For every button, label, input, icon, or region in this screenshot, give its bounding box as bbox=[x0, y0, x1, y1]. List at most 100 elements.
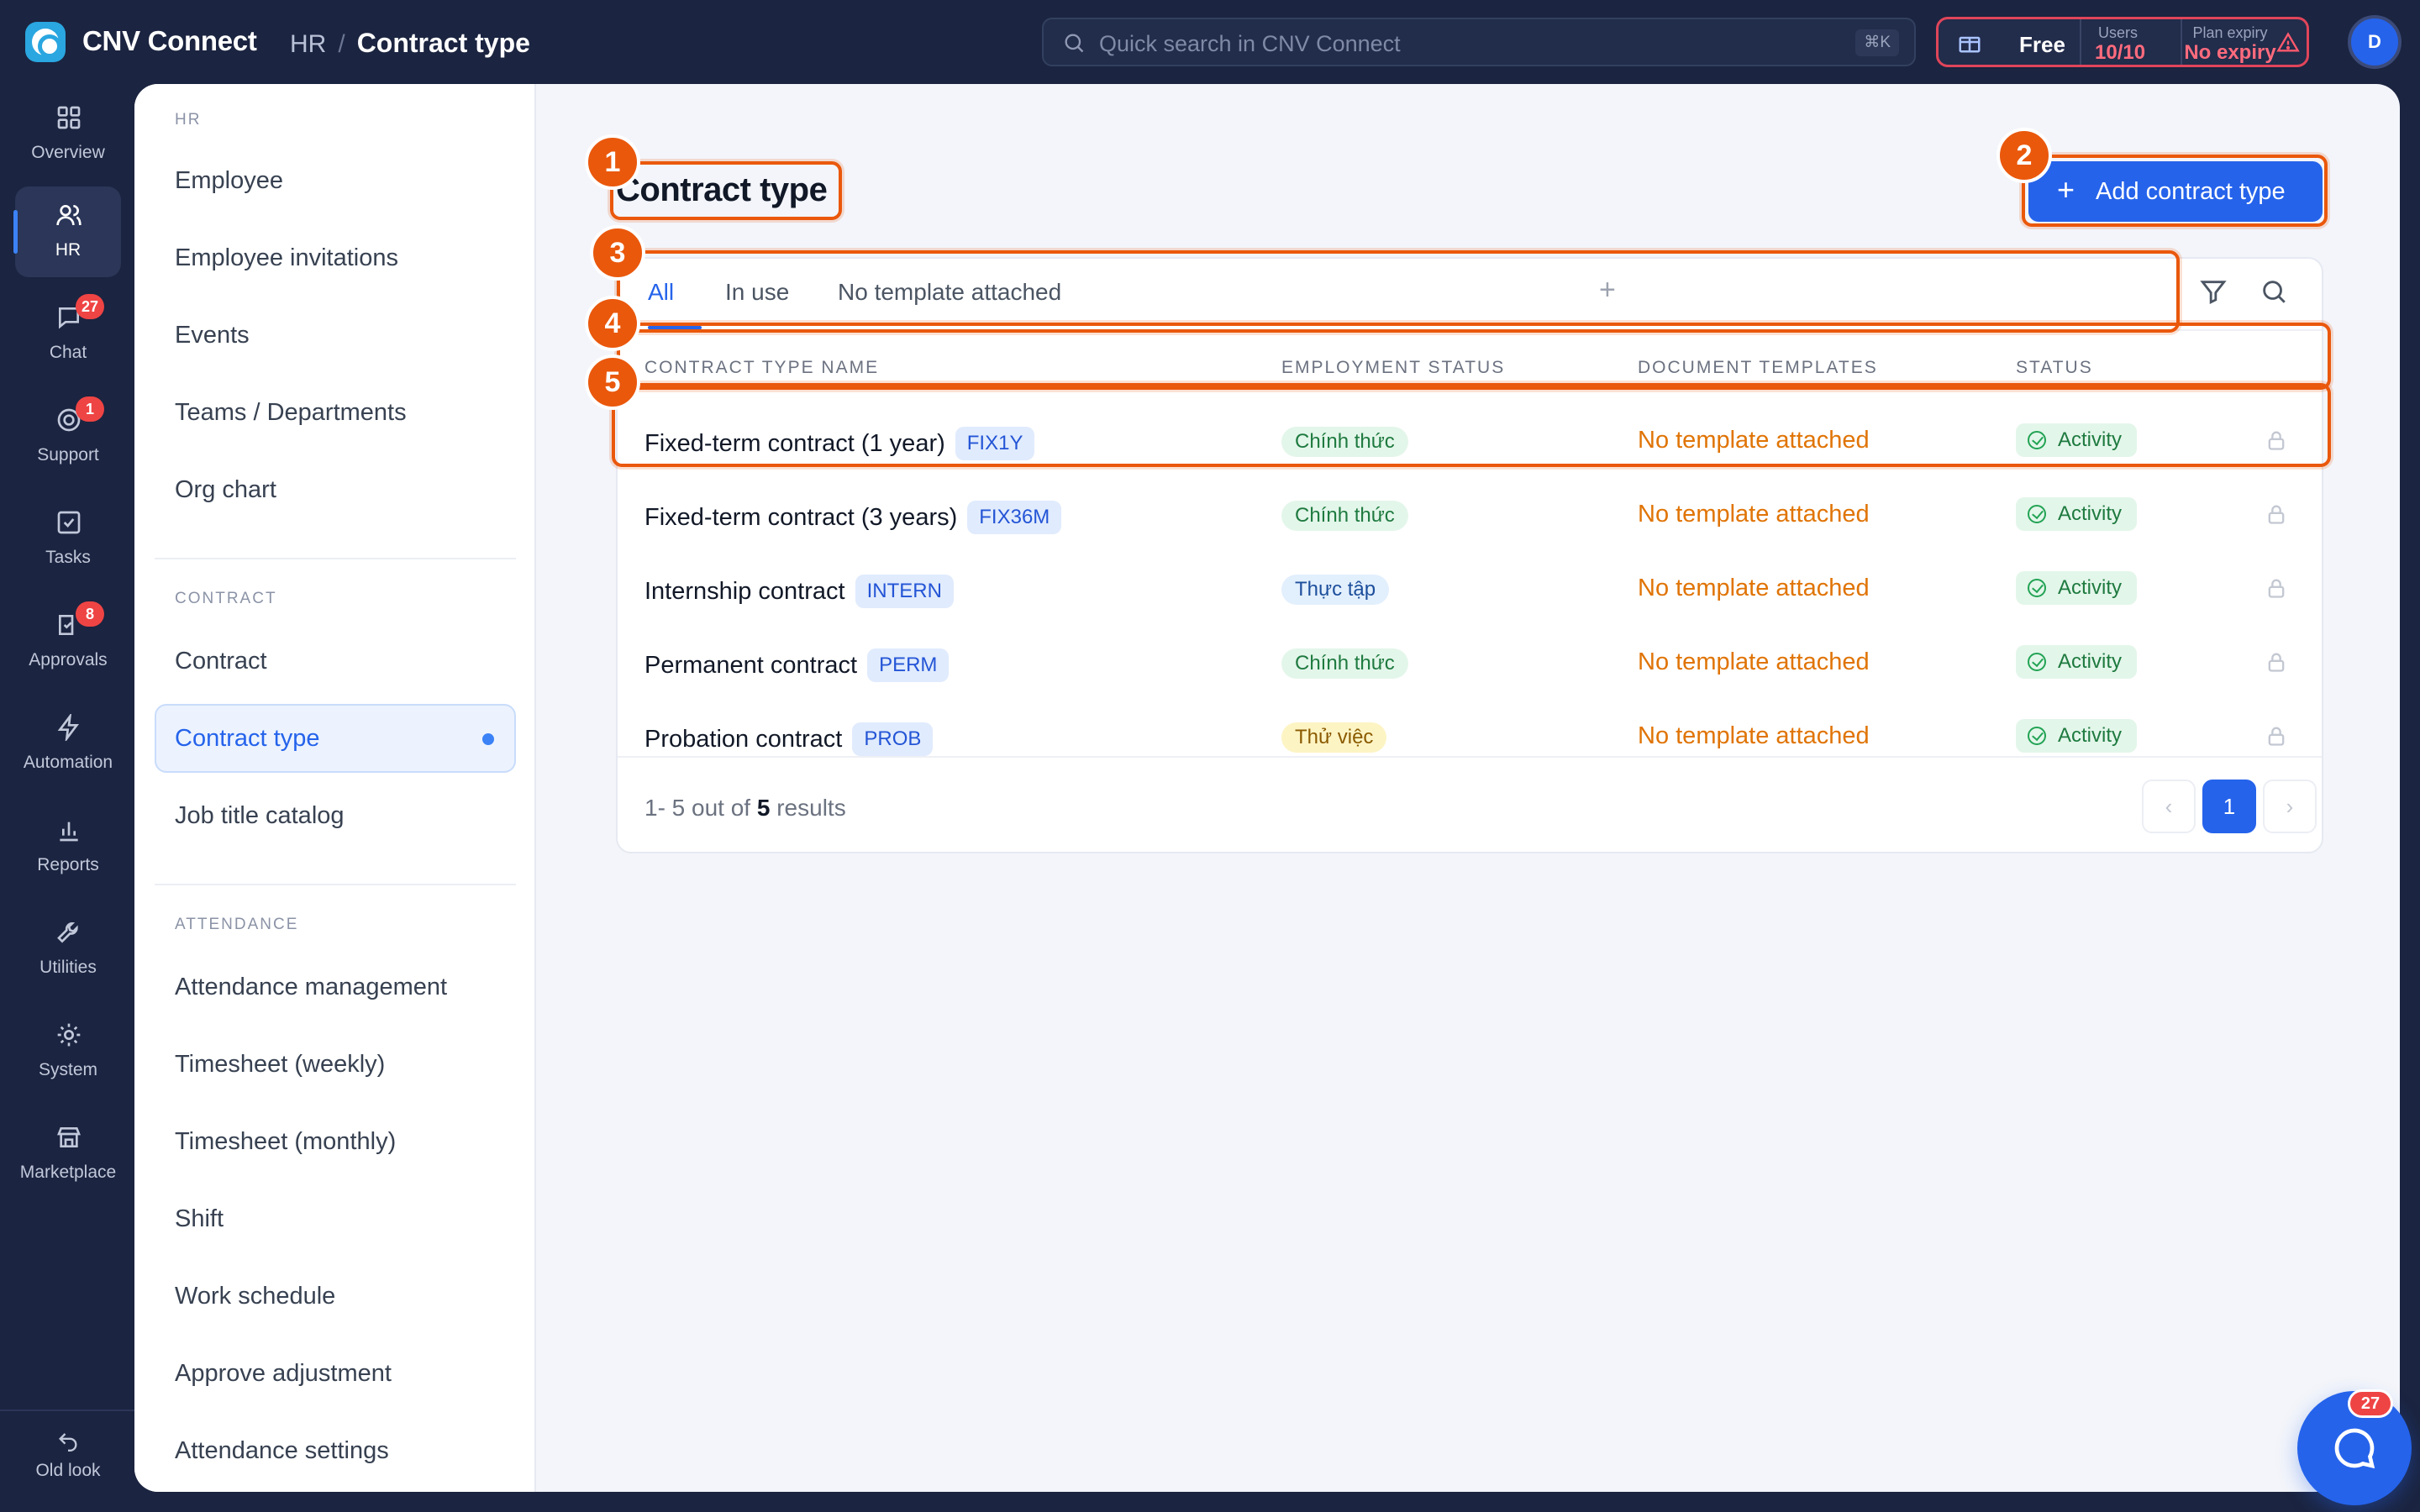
bar-chart-icon bbox=[60, 822, 78, 842]
rail-label: Automation bbox=[23, 753, 113, 772]
document-template-status: No template attached bbox=[1638, 648, 1870, 675]
subnav-item-attendance-management[interactable]: Attendance management bbox=[155, 953, 516, 1021]
filter-button[interactable] bbox=[2199, 277, 2233, 311]
user-avatar[interactable]: D bbox=[2348, 15, 2402, 69]
status-label: Activity bbox=[2058, 724, 2123, 747]
subnav-item-contract[interactable]: Contract bbox=[155, 627, 516, 696]
rail-label: Marketplace bbox=[19, 1163, 117, 1182]
breadcrumb-section[interactable]: HR bbox=[290, 30, 326, 59]
rail-item-tasks[interactable]: Tasks bbox=[15, 494, 121, 585]
annotation-marker-3: 3 bbox=[590, 225, 645, 281]
rail-item-automation[interactable]: Automation bbox=[15, 699, 121, 790]
column-header-employment-status[interactable]: EMPLOYMENT STATUS bbox=[1281, 358, 1505, 378]
employment-status-badge: Chính thức bbox=[1281, 648, 1408, 679]
subnav-item-events[interactable]: Events bbox=[155, 301, 516, 370]
search-icon bbox=[2263, 281, 2286, 303]
employment-status-badge: Thử việc bbox=[1281, 722, 1387, 753]
add-contract-type-button[interactable]: + Add contract type bbox=[2028, 161, 2323, 222]
tab-in-use[interactable]: In use bbox=[725, 279, 789, 306]
contract-code-badge: PERM bbox=[867, 648, 950, 682]
rail-item-hr[interactable]: HR bbox=[13, 186, 121, 277]
contract-type-name: Fixed-term contract (1 year) bbox=[644, 430, 945, 457]
status-badge: Activity bbox=[2016, 497, 2138, 531]
status-badge: Activity bbox=[2016, 571, 2138, 605]
prev-page-button[interactable]: ‹ bbox=[2142, 780, 2196, 833]
subnav-item-contract-type[interactable]: Contract type bbox=[155, 704, 516, 773]
subnav-item-timesheet-monthly[interactable]: Timesheet (monthly) bbox=[155, 1107, 516, 1176]
chat-bubble-icon bbox=[2334, 1428, 2375, 1469]
app-name[interactable]: CNV Connect bbox=[82, 25, 257, 57]
subnav-item-teams-departments[interactable]: Teams / Departments bbox=[155, 378, 516, 447]
contract-code-badge: FIX1Y bbox=[955, 427, 1035, 460]
page-button[interactable]: 1 bbox=[2202, 780, 2256, 833]
check-circle-icon bbox=[2028, 579, 2046, 597]
support-badge: 1 bbox=[76, 396, 104, 422]
subnav-section-attendance: ATTENDANCE bbox=[175, 916, 299, 933]
wrench-icon bbox=[57, 922, 78, 943]
tab-no-template-attached[interactable]: No template attached bbox=[838, 279, 1061, 306]
users-label: Users bbox=[2098, 24, 2139, 41]
employment-status-badge: Chính thức bbox=[1281, 501, 1408, 531]
gift-icon bbox=[1959, 36, 1981, 53]
subnav-item-timesheet-weekly[interactable]: Timesheet (weekly) bbox=[155, 1030, 516, 1099]
document-template-status: No template attached bbox=[1638, 575, 1870, 601]
app-rail: Overview HR 27 Chat 1 Support Tasks 8 Ap… bbox=[0, 84, 134, 1512]
breadcrumb-current: Contract type bbox=[356, 28, 530, 58]
subnav-item-job-title-catalog[interactable]: Job title catalog bbox=[155, 781, 516, 850]
status-label: Activity bbox=[2058, 428, 2123, 451]
checkbox-icon bbox=[57, 511, 81, 534]
results-range: 1- 5 out of bbox=[644, 795, 751, 821]
rail-label: Tasks bbox=[45, 548, 91, 567]
subnav-item-work-schedule[interactable]: Work schedule bbox=[155, 1262, 516, 1331]
contract-type-name: Internship contract bbox=[644, 578, 845, 605]
document-template-status: No template attached bbox=[1638, 722, 1870, 749]
tab-all[interactable]: All bbox=[648, 279, 674, 306]
lock-icon bbox=[2268, 505, 2285, 524]
rail-label: Chat bbox=[49, 343, 87, 362]
rail-item-reports[interactable]: Reports bbox=[15, 801, 121, 892]
rail-label: Reports bbox=[37, 855, 99, 874]
rail-item-approvals[interactable]: 8 Approvals bbox=[15, 596, 121, 687]
add-tab-button[interactable]: + bbox=[1599, 274, 1616, 307]
table-row[interactable]: Internship contract INTERN Thực tập No te… bbox=[618, 553, 2322, 627]
gear-icon bbox=[57, 1023, 81, 1047]
column-header-name[interactable]: CONTRACT TYPE NAME bbox=[644, 358, 879, 378]
rail-label: Overview bbox=[31, 143, 105, 162]
subnav-item-approve-adjustment[interactable]: Approve adjustment bbox=[155, 1339, 516, 1408]
rail-item-utilities[interactable]: Utilities bbox=[15, 904, 121, 995]
search-input[interactable]: Quick search in CNV Connect ⌘K bbox=[1042, 18, 1916, 66]
status-label: Activity bbox=[2058, 650, 2123, 673]
employment-status-badge: Chính thức bbox=[1281, 427, 1408, 457]
rail-item-overview[interactable]: Overview bbox=[15, 89, 121, 180]
status-label: Activity bbox=[2058, 502, 2123, 525]
subnav-item-employee-invitations[interactable]: Employee invitations bbox=[155, 223, 516, 292]
subnav-item-shift[interactable]: Shift bbox=[155, 1184, 516, 1253]
subnav-item-attendance-settings[interactable]: Attendance settings bbox=[155, 1416, 516, 1485]
tabs-divider bbox=[618, 329, 2322, 331]
column-header-status[interactable]: STATUS bbox=[2016, 358, 2093, 378]
table-row[interactable]: Fixed-term contract (1 year) FIX1Y Chính … bbox=[618, 405, 2322, 479]
hr-subnav: HR Employee Employee invitations Events … bbox=[134, 84, 536, 1492]
active-dot bbox=[482, 733, 494, 745]
rail-item-marketplace[interactable]: Marketplace bbox=[15, 1109, 121, 1200]
table-row[interactable]: Permanent contract PERM Chính thức No tem… bbox=[618, 627, 2322, 701]
rail-label: Approvals bbox=[29, 650, 108, 669]
approvals-badge: 8 bbox=[76, 601, 104, 627]
plan-expiry-label: Plan expiry bbox=[2192, 24, 2268, 41]
rail-item-chat[interactable]: 27 Chat bbox=[15, 289, 121, 380]
next-page-button[interactable]: › bbox=[2263, 780, 2317, 833]
table-row[interactable]: Fixed-term contract (3 years) FIX36M Chín… bbox=[618, 479, 2322, 553]
app-logo[interactable] bbox=[25, 22, 66, 62]
column-header-document-templates[interactable]: DOCUMENT TEMPLATES bbox=[1638, 358, 1878, 378]
subnav-item-org-chart[interactable]: Org chart bbox=[155, 455, 516, 524]
search-placeholder: Quick search in CNV Connect bbox=[1099, 31, 1401, 56]
old-look-button[interactable]: Old look bbox=[15, 1428, 121, 1481]
rail-item-system[interactable]: System bbox=[15, 1006, 121, 1097]
plan-widget[interactable]: Free Users 10/10 Plan expiry No expiry bbox=[1936, 17, 2309, 67]
lock-icon bbox=[2268, 431, 2285, 450]
rail-item-support[interactable]: 1 Support bbox=[15, 391, 121, 482]
table-row[interactable]: Probation contract PROB Thử việc No templ… bbox=[618, 701, 2322, 774]
subnav-item-employee[interactable]: Employee bbox=[155, 146, 516, 215]
lock-icon bbox=[2268, 579, 2285, 598]
table-search-button[interactable] bbox=[2260, 277, 2293, 311]
